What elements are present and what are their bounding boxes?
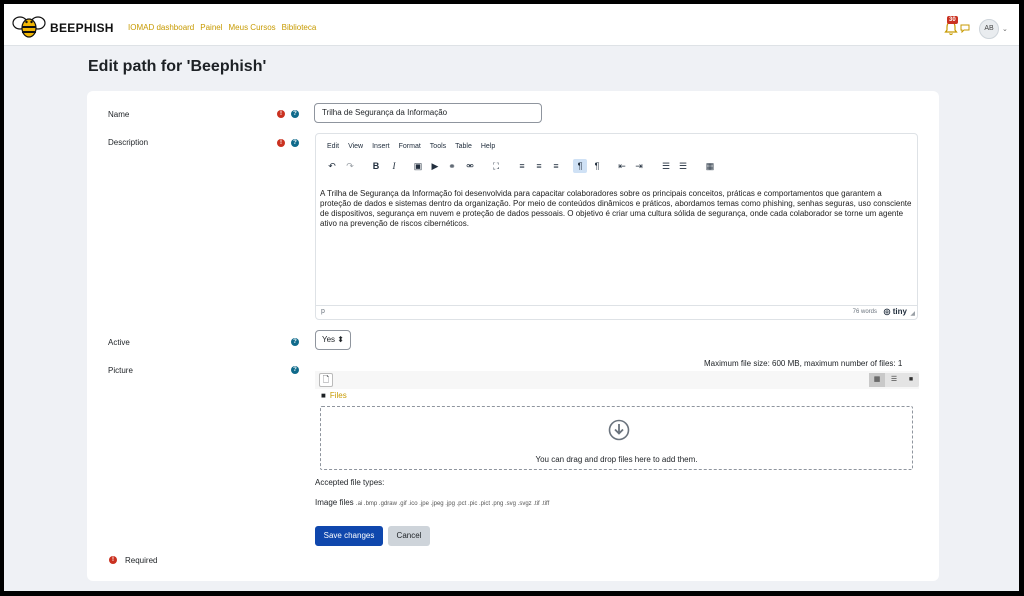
bold-icon[interactable]: B	[369, 159, 383, 173]
align-left-icon[interactable]: ≡	[515, 159, 529, 173]
editor-toolbar: ↶ ↷ B I ▣ ▶ ⚭ ⚮ ⛶ ≡ ≡ ≡ ¶ ¶ ⇤ ⇥ ☰ ☰ ▦	[325, 159, 905, 175]
menu-help[interactable]: Help	[481, 143, 495, 150]
name-label: Name	[108, 110, 130, 119]
add-file-icon[interactable]: 🗋	[319, 373, 333, 387]
message-drawer-icon[interactable]	[960, 24, 970, 33]
required-icon: !	[277, 139, 285, 147]
accepted-group: Image files	[315, 498, 354, 507]
required-icon: !	[277, 110, 285, 118]
link-icon[interactable]: ⚭	[445, 159, 459, 173]
align-right-icon[interactable]: ≡	[549, 159, 563, 173]
redo-icon[interactable]: ↷	[343, 159, 357, 173]
tiny-brand: tiny	[892, 307, 907, 316]
select-arrows-icon: ⬍	[337, 335, 344, 344]
picture-label: Picture	[108, 366, 133, 375]
browser-viewport: BEEPHISH IOMAD dashboard Painel Meus Cur…	[4, 4, 1019, 591]
brand-name[interactable]: BEEPHISH	[50, 21, 114, 35]
resize-handle-icon[interactable]: ◢	[910, 310, 915, 317]
grid-view-icon[interactable]: ▦	[869, 373, 885, 387]
equation-icon[interactable]: ▦	[703, 159, 717, 173]
page-title: Edit path for 'Beephish'	[88, 58, 267, 75]
download-arrow-icon	[608, 419, 630, 441]
file-manager-toolbar: 🗋 ▦ ☰ ■	[315, 371, 919, 389]
menu-insert[interactable]: Insert	[372, 143, 390, 150]
chevron-down-icon[interactable]: ⌄	[1002, 25, 1008, 33]
save-changes-button[interactable]: Save changes	[315, 526, 383, 546]
media-icon[interactable]: ▶	[428, 159, 442, 173]
max-file-size-text: Maximum file size: 600 MB, maximum numbe…	[704, 359, 903, 368]
active-select[interactable]: Yes ⬍	[315, 330, 351, 350]
rtl-icon[interactable]: ¶	[590, 159, 604, 173]
notification-count-badge: 30	[947, 16, 958, 24]
bee-logo-icon[interactable]	[12, 13, 46, 39]
file-drop-zone[interactable]: You can drag and drop files here to add …	[320, 406, 913, 470]
active-select-value: Yes	[322, 335, 336, 344]
nav-link-painel[interactable]: Painel	[200, 23, 222, 32]
ltr-icon[interactable]: ¶	[573, 159, 587, 173]
cancel-button[interactable]: Cancel	[388, 526, 430, 546]
image-icon[interactable]: ▣	[411, 159, 425, 173]
description-label: Description	[108, 138, 149, 147]
drop-zone-text: You can drag and drop files here to add …	[535, 455, 698, 464]
rich-text-editor: Edit View Insert Format Tools Table Help…	[315, 133, 918, 320]
active-label: Active	[108, 338, 130, 347]
fullscreen-icon[interactable]: ⛶	[489, 159, 503, 173]
file-manager-path: ■ Files	[321, 391, 347, 400]
required-icon: !	[109, 556, 117, 564]
menu-view[interactable]: View	[348, 143, 363, 150]
accepted-file-types-label: Accepted file types:	[315, 478, 385, 487]
files-folder-link[interactable]: Files	[330, 391, 347, 400]
list-view-icon[interactable]: ☰	[886, 373, 902, 387]
editor-statusbar: p 76 words ◎ tiny ◢	[316, 305, 917, 319]
editor-menubar: Edit View Insert Format Tools Table Help	[327, 143, 495, 150]
accepted-extensions: .ai .bmp .gdraw .gif .ico .jpe .jpeg .jp…	[355, 501, 550, 507]
nav-link-biblioteca[interactable]: Biblioteca	[282, 23, 317, 32]
help-icon[interactable]: ?	[291, 366, 299, 374]
menu-format[interactable]: Format	[399, 143, 421, 150]
element-path[interactable]: p	[321, 308, 325, 315]
menu-table[interactable]: Table	[455, 143, 472, 150]
name-input[interactable]: Trilha de Segurança da Informação	[314, 103, 542, 123]
top-navbar: BEEPHISH IOMAD dashboard Painel Meus Cur…	[4, 4, 1019, 46]
view-switcher: ▦ ☰ ■	[869, 373, 919, 387]
indent-icon[interactable]: ⇥	[632, 159, 646, 173]
user-avatar[interactable]: AB	[979, 19, 999, 39]
tree-view-icon[interactable]: ■	[903, 373, 919, 387]
numbered-list-icon[interactable]: ☰	[676, 159, 690, 173]
tiny-logo-icon: ◎	[883, 307, 891, 316]
nav-link-iomad-dashboard[interactable]: IOMAD dashboard	[128, 23, 194, 32]
help-icon[interactable]: ?	[291, 338, 299, 346]
primary-navigation: IOMAD dashboard Painel Meus Cursos Bibli…	[128, 23, 316, 32]
nav-link-meus-cursos[interactable]: Meus Cursos	[229, 23, 276, 32]
required-note: Required	[125, 556, 158, 565]
bullet-list-icon[interactable]: ☰	[659, 159, 673, 173]
outdent-icon[interactable]: ⇤	[615, 159, 629, 173]
folder-icon: ■	[321, 391, 326, 400]
description-text[interactable]: A Trilha de Segurança da Informação foi …	[320, 189, 914, 299]
help-icon[interactable]: ?	[291, 139, 299, 147]
menu-tools[interactable]: Tools	[430, 143, 446, 150]
undo-icon[interactable]: ↶	[325, 159, 339, 173]
accepted-file-types: Image files .ai .bmp .gdraw .gif .ico .j…	[315, 498, 549, 507]
unlink-icon[interactable]: ⚮	[463, 159, 477, 173]
italic-icon[interactable]: I	[387, 159, 401, 173]
tiny-logo[interactable]: ◎ tiny	[884, 307, 907, 316]
align-center-icon[interactable]: ≡	[532, 159, 546, 173]
word-count[interactable]: 76 words	[853, 309, 877, 315]
help-icon[interactable]: ?	[291, 110, 299, 118]
menu-edit[interactable]: Edit	[327, 143, 339, 150]
